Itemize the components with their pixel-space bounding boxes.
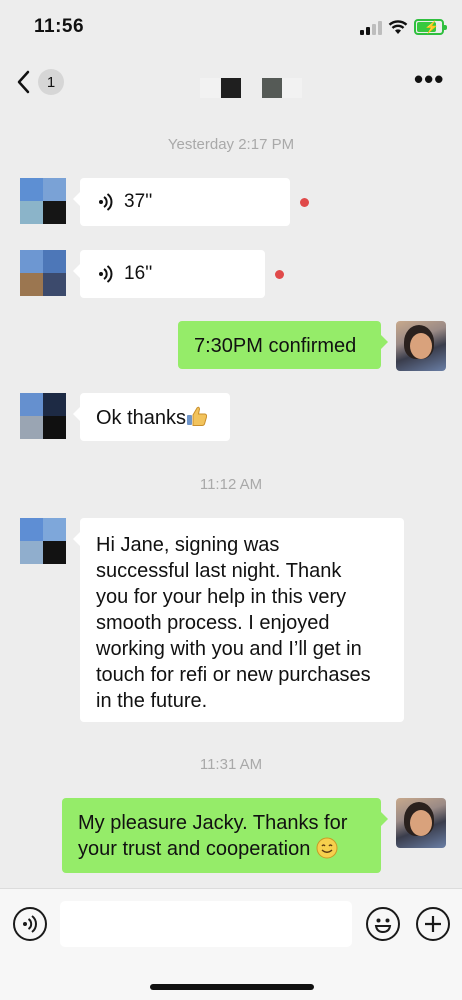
timestamp: Yesterday 2:17 PM bbox=[167, 136, 295, 153]
emoji-icon[interactable] bbox=[366, 907, 400, 941]
battery-charging-icon: ⚡ bbox=[414, 19, 447, 35]
unread-dot bbox=[275, 270, 284, 279]
user-avatar[interactable] bbox=[396, 798, 446, 848]
message-line: in the future. bbox=[96, 690, 208, 712]
chat-title-redacted-block-1 bbox=[221, 78, 241, 98]
contact-avatar[interactable] bbox=[20, 393, 66, 439]
message-line: smooth process. I enjoyed bbox=[96, 612, 330, 634]
home-indicator[interactable] bbox=[150, 984, 314, 990]
status-time: 11:56 bbox=[34, 16, 85, 37]
message-line: My pleasure Jacky. Thanks for bbox=[78, 812, 348, 834]
voice-duration: 16'' bbox=[124, 263, 153, 284]
message-input[interactable] bbox=[60, 901, 352, 947]
outgoing-message[interactable]: 7:30PM confirmed bbox=[178, 321, 388, 369]
voice-wave-icon bbox=[99, 265, 113, 283]
more-icon[interactable]: ••• bbox=[414, 64, 444, 95]
timestamp: 11:31 AM bbox=[199, 756, 263, 773]
contact-avatar[interactable] bbox=[20, 250, 66, 296]
plus-icon[interactable] bbox=[416, 907, 450, 941]
timestamp: 11:12 AM bbox=[199, 476, 263, 493]
thumbs-up-emoji-icon bbox=[187, 406, 208, 426]
voice-wave-icon bbox=[99, 193, 113, 211]
chat-title-redacted bbox=[200, 78, 220, 98]
message-line: successful last night. Thank bbox=[96, 560, 342, 582]
smile-emoji-icon bbox=[316, 837, 338, 859]
voice-message[interactable]: 16'' bbox=[73, 250, 265, 298]
status-bar: 11:56 ⚡ bbox=[0, 0, 462, 56]
back-button[interactable]: 1 bbox=[16, 66, 72, 98]
message-line: Hi Jane, signing was bbox=[96, 534, 280, 556]
voice-duration: 37'' bbox=[124, 191, 153, 212]
voice-message[interactable]: 37'' bbox=[73, 178, 290, 226]
chevron-left-icon bbox=[17, 70, 30, 94]
wifi-icon bbox=[388, 20, 408, 34]
message-line: your trust and cooperation bbox=[78, 838, 311, 860]
unread-count-badge: 1 bbox=[38, 69, 64, 95]
message-line: you for your help in this very bbox=[96, 586, 347, 608]
chat-header: 1 ••• bbox=[0, 56, 462, 108]
contact-avatar[interactable] bbox=[20, 518, 66, 564]
chat-title-redacted-block-2 bbox=[262, 78, 282, 98]
user-avatar[interactable] bbox=[396, 321, 446, 371]
message-line: working with you and I’ll get in bbox=[96, 638, 362, 660]
voice-icon[interactable] bbox=[13, 907, 47, 941]
chat-title-redacted-block-3 bbox=[282, 78, 302, 98]
message-line: touch for refi or new purchases bbox=[96, 664, 371, 686]
cellular-signal-icon bbox=[360, 21, 382, 35]
outgoing-message[interactable]: My pleasure Jacky. Thanks for your trust… bbox=[62, 798, 388, 873]
message-text: Ok thanks bbox=[96, 407, 187, 429]
contact-avatar[interactable] bbox=[20, 178, 66, 224]
unread-dot bbox=[300, 198, 309, 207]
incoming-message[interactable]: Hi Jane, signing was successful last nig… bbox=[73, 518, 404, 722]
incoming-message[interactable]: Ok thanks bbox=[73, 393, 230, 441]
message-text: 7:30PM confirmed bbox=[194, 335, 357, 357]
